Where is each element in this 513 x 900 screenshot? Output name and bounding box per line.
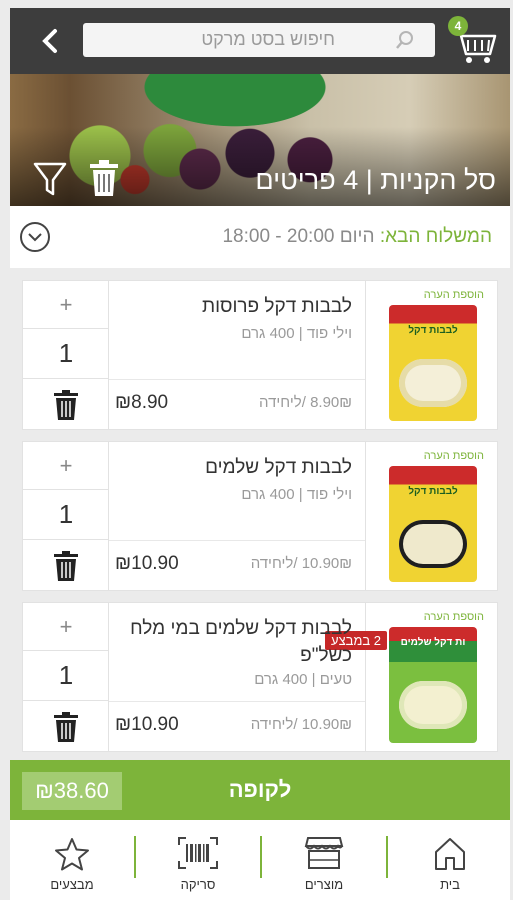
search-placeholder: חיפוש בסט מרקט	[201, 29, 335, 49]
top-bar: חיפוש בסט מרקט 4	[10, 8, 510, 74]
package-food-image	[399, 520, 467, 568]
product-size: 400 גרם	[254, 671, 308, 688]
package-label: לבבות דקל	[408, 325, 458, 336]
product-thumbnail[interactable]: הוספת הערה ות דקל שלמים	[365, 603, 497, 751]
store-icon	[304, 837, 344, 869]
unit-price: 8.90₪ /ליחידה	[259, 394, 352, 411]
filter-button[interactable]	[32, 158, 68, 198]
increase-quantity-button[interactable]: +	[23, 442, 109, 490]
quantity-stepper: + 1	[23, 281, 109, 429]
delivery-slot[interactable]: המשלוח הבא: היום 20:00 - 18:00	[10, 206, 510, 268]
search-input[interactable]: חיפוש בסט מרקט	[83, 23, 435, 57]
product-brand: וילי פוד	[306, 325, 352, 342]
line-total: ₪8.90	[115, 392, 169, 413]
product-image: לבבות דקל	[389, 466, 477, 582]
product-brand: וילי פוד	[306, 486, 352, 503]
product-size: 400 גרם	[241, 486, 295, 503]
line-total: ₪10.90	[115, 714, 179, 735]
nav-deals-label: מבצעים	[50, 877, 94, 892]
quantity-value: 1	[23, 329, 109, 379]
product-brand: טעים	[319, 671, 352, 688]
remove-item-icon[interactable]	[52, 389, 80, 421]
add-note-link[interactable]: הוספת הערה	[424, 611, 484, 623]
barcode-icon	[178, 837, 218, 869]
checkout-button[interactable]: לקופה ₪38.60	[10, 760, 510, 820]
increase-quantity-button[interactable]: +	[23, 281, 109, 329]
home-icon	[435, 838, 465, 870]
product-image: לבבות דקל	[389, 305, 477, 421]
cart-item: הוספת הערה לבבות דקל לבבות דקל פרוסות וי…	[22, 280, 498, 430]
add-note-link[interactable]: הוספת הערה	[424, 289, 484, 301]
trash-icon	[90, 160, 118, 196]
delivery-text: המשלוח הבא: היום 20:00 - 18:00	[222, 226, 492, 248]
expand-delivery-button[interactable]	[20, 222, 50, 252]
remove-item-icon[interactable]	[52, 711, 80, 743]
product-thumbnail[interactable]: הוספת הערה לבבות דקל	[365, 281, 497, 429]
nav-products[interactable]: מוצרים	[262, 820, 386, 900]
nav-scan[interactable]: סריקה	[136, 820, 260, 900]
divider	[109, 540, 365, 541]
package-label: ות דקל שלמים	[400, 637, 466, 648]
remove-item-icon[interactable]	[52, 550, 80, 582]
clear-cart-button[interactable]	[86, 158, 122, 198]
product-name: לבבות דקל שלמים	[205, 457, 352, 478]
back-arrow-icon	[42, 29, 57, 53]
quantity-stepper: + 1	[23, 442, 109, 590]
nav-scan-label: סריקה	[180, 877, 216, 892]
package-food-image	[399, 681, 467, 729]
nav-products-label: מוצרים	[304, 877, 344, 892]
bottom-nav: מבצעים סריקה מוצרים בית	[10, 820, 510, 900]
product-size: 400 גרם	[241, 325, 295, 342]
nav-home[interactable]: בית	[388, 820, 512, 900]
cart-title: סל הקניות | 4 פריטים	[255, 165, 496, 195]
delivery-label: המשלוח הבא:	[379, 226, 492, 247]
product-name: לבבות דקל שלמים במי מלח כשל"פ	[130, 618, 352, 666]
nav-deals[interactable]: מבצעים	[10, 820, 134, 900]
package-food-image	[399, 359, 467, 407]
product-brand-size: וילי פוד | 400 גרם	[241, 325, 352, 342]
unit-price: 10.90₪ /ליחידה	[250, 716, 352, 733]
increase-quantity-button[interactable]: +	[23, 603, 109, 651]
back-button[interactable]	[30, 22, 70, 60]
search-icon	[396, 31, 413, 49]
nav-home-label: בית	[440, 877, 460, 892]
product-image: ות דקל שלמים	[389, 627, 477, 743]
chevron-down-icon	[28, 233, 42, 242]
product-brand-size: וילי פוד | 400 גרם	[241, 486, 352, 503]
add-note-link[interactable]: הוספת הערה	[424, 450, 484, 462]
cart-button[interactable]: 4	[448, 14, 500, 68]
cart-count-badge: 4	[448, 16, 468, 36]
divider	[109, 701, 365, 702]
cart-item: הוספת הערה לבבות דקל לבבות דקל שלמים ויל…	[22, 441, 498, 591]
product-name: לבבות דקל פרוסות	[201, 296, 352, 317]
line-total: ₪10.90	[115, 553, 179, 574]
quantity-stepper: + 1	[23, 603, 109, 751]
product-brand-size: טעים | 400 גרם	[254, 671, 352, 688]
divider	[109, 379, 365, 380]
cart-item: הוספת הערה ות דקל שלמים 2 במבצע לבבות דק…	[22, 602, 498, 752]
product-thumbnail[interactable]: הוספת הערה לבבות דקל	[365, 442, 497, 590]
delivery-time: היום 20:00 - 18:00	[222, 226, 380, 247]
unit-price: 10.90₪ /ליחידה	[250, 555, 352, 572]
quantity-value: 1	[23, 490, 109, 540]
package-label: לבבות דקל	[408, 486, 458, 497]
hero-banner: סל הקניות | 4 פריטים	[10, 74, 510, 206]
quantity-value: 1	[23, 651, 109, 701]
cart-total: ₪38.60	[22, 772, 122, 810]
star-icon	[55, 838, 89, 871]
filter-icon	[33, 162, 67, 196]
